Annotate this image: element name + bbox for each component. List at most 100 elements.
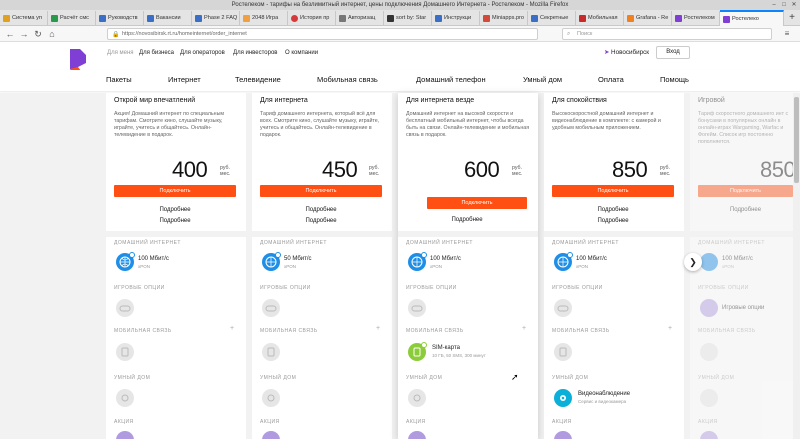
details-link[interactable]: Подробнее [260,218,382,224]
page-scrollbar[interactable] [793,93,800,439]
smart-service-name: Видеонаблюдение [578,391,631,397]
browser-tab[interactable]: Система уп [0,11,48,25]
window-titlebar: Ростелеком - тарифы на безлимитный интер… [0,0,800,10]
smart-service-sub: Сервис и видеокамера [578,399,627,404]
nav-payment[interactable]: Оплата [598,75,624,84]
tab-favicon-icon [531,15,538,22]
nav-home-phone[interactable]: Домашний телефон [416,75,486,84]
toplink-operators[interactable]: Для операторов [180,50,225,56]
forward-icon[interactable]: → [18,28,30,40]
expand-plus-icon[interactable]: + [668,325,672,332]
scrollbar-thumb[interactable] [794,97,799,183]
browser-tab[interactable]: Ростелеком [672,11,720,25]
nav-smart-home[interactable]: Умный дом [523,75,562,84]
home-icon[interactable]: ⌂ [46,28,58,40]
minimize-icon[interactable]: – [770,1,778,9]
tab-label: Ростелеко [732,16,759,22]
city-selector[interactable]: ➤ Новосибирск [604,49,649,56]
nav-internet[interactable]: Интернет [168,75,201,84]
browser-tab[interactable]: Расчёт смс [48,11,96,25]
url-bar[interactable]: 🔒 https://novosibirsk.rt.ru/homeinternet/… [107,28,538,40]
browser-tab[interactable]: sort by: Star [384,11,432,25]
maximize-icon[interactable]: □ [780,1,788,9]
expand-plus-icon[interactable]: + [230,325,234,332]
browser-tab[interactable]: Инструкци [432,11,480,25]
search-input[interactable]: ⌕ Поиск [562,28,772,40]
connect-button[interactable]: Подключить [552,185,674,197]
section-home-internet: ДОМАШНИЙ ИНТЕРНЕТ [114,240,181,246]
gamepad-icon [116,299,134,317]
globe-icon [700,253,718,271]
browser-tab[interactable]: Вакансии [144,11,192,25]
browser-tab[interactable]: Grafana - Re [624,11,672,25]
tariffs-area: Открой мир впечатлений Акция! Домашний и… [0,93,800,439]
nav-packages[interactable]: Пакеты [106,75,132,84]
browser-tab[interactable]: Авторизац [336,11,384,25]
login-button[interactable]: Вход [656,46,690,59]
tab-label: Секретные [540,15,569,21]
expand-plus-icon[interactable]: + [376,325,380,332]
details-link[interactable]: Подробнее [552,218,674,224]
browser-tab[interactable]: Мобильная [576,11,624,25]
camera-icon [554,389,572,407]
section-smart-home: УМНЫЙ ДОМ [698,375,735,381]
tab-label: Руководств [108,15,138,21]
tariff-title: Игровой [698,97,725,104]
tariff-card: Для интернета Тариф домашнего интернета,… [252,93,392,439]
tariff-card: Открой мир впечатлений Акция! Домашний и… [106,93,246,439]
browser-tab[interactable]: 2048 Игра [240,11,288,25]
details-link[interactable]: Подробнее [552,207,674,213]
browser-tab[interactable]: Руководств [96,11,144,25]
details-link[interactable]: Подробнее [698,207,793,213]
card-divider [398,231,538,237]
connect-button[interactable]: Подключить [260,185,382,197]
nav-tv[interactable]: Телевидение [235,75,281,84]
connect-button[interactable]: Подключить [114,185,236,197]
tab-favicon-icon [483,15,490,22]
toplink-personal[interactable]: Для меня [107,50,134,56]
search-placeholder: Поиск [577,31,593,37]
nav-help[interactable]: Помощь [660,75,689,84]
sim-card-icon [554,343,572,361]
tariff-description: Тариф домашнего интернета, который всё д… [260,111,380,138]
back-icon[interactable]: ← [4,28,16,40]
tariff-card-faded: Игровой Тариф скоростного домашнего инт … [690,93,796,439]
hamburger-menu-icon[interactable]: ≡ [780,28,794,40]
browser-tab-active[interactable]: Ростелеко [720,10,784,26]
browser-tab[interactable]: Miniapps.pro [480,11,528,25]
connect-button[interactable]: Подключить [698,185,793,197]
card-divider [544,231,684,237]
tab-favicon-icon [99,15,106,22]
browser-tab[interactable]: Phase 2 FAQ [192,11,240,25]
tariff-price-unit: руб. мес. [369,165,380,177]
section-game-options: ИГРОВЫЕ ОПЦИИ [260,285,311,291]
badge-icon [567,252,573,258]
details-link[interactable]: Подробнее [114,218,236,224]
section-game-options: ИГРОВЫЕ ОПЦИИ [552,285,603,291]
toplink-about[interactable]: О компании [285,50,318,56]
browser-navbar: ← → ↻ ⌂ 🔒 https://novosibirsk.rt.ru/homei… [0,26,800,42]
promo-icon [700,431,718,439]
connect-button[interactable]: Подключить [427,197,527,209]
toplink-business[interactable]: Для бизнеса [139,50,174,56]
expand-plus-icon[interactable]: + [522,325,526,332]
section-home-internet: ДОМАШНИЙ ИНТЕРНЕТ [406,240,473,246]
badge-icon [129,252,135,258]
toplink-investors[interactable]: Для инвесторов [233,50,277,56]
browser-tab[interactable]: Секретные [528,11,576,25]
new-tab-icon[interactable]: + [786,11,798,25]
browser-tab[interactable]: История пр [288,11,336,25]
nav-mobile[interactable]: Мобильная связь [317,75,378,84]
reload-icon[interactable]: ↻ [32,28,44,40]
details-link[interactable]: Подробнее [406,217,528,223]
close-window-icon[interactable]: ✕ [790,1,798,9]
tariff-price-unit: руб. мес. [220,165,231,177]
section-smart-home: УМНЫЙ ДОМ [114,375,151,381]
carousel-next-icon[interactable]: ❯ [684,253,702,271]
section-promo: АКЦИЯ [698,419,718,425]
section-game-options: ИГРОВЫЕ ОПЦИИ [406,285,457,291]
card-divider [252,231,392,237]
details-link[interactable]: Подробнее [260,207,382,213]
details-link[interactable]: Подробнее [114,207,236,213]
card-divider [106,231,246,237]
